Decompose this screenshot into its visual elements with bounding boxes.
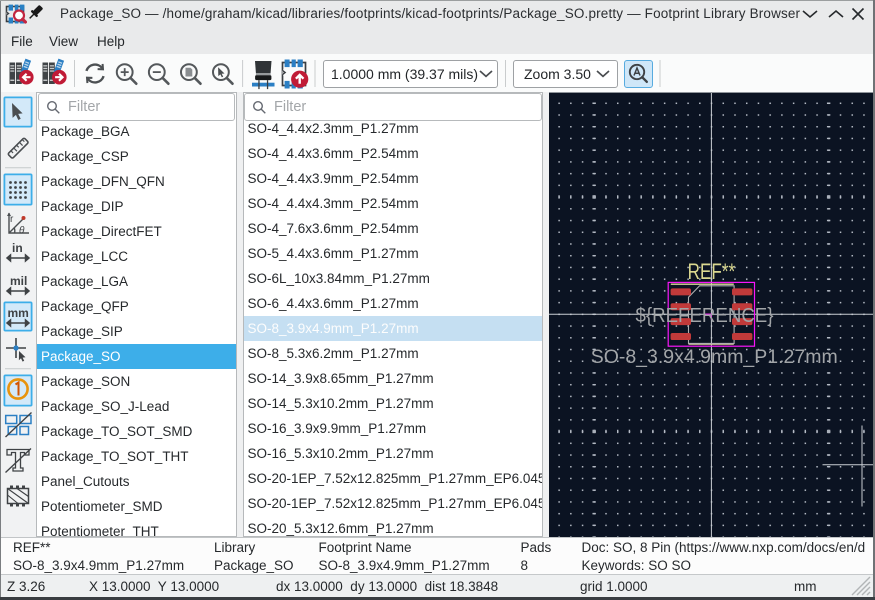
svg-text:REF**: REF** bbox=[688, 259, 736, 284]
svg-text:in: in bbox=[12, 241, 23, 255]
svg-text:mil: mil bbox=[10, 274, 27, 288]
svg-text:mm: mm bbox=[8, 306, 29, 320]
svg-text:${REFERENCE}: ${REFERENCE} bbox=[636, 304, 774, 327]
svg-text:r: r bbox=[10, 214, 14, 225]
svg-text:SO-8_3.9x4.9mm_P1.27mm: SO-8_3.9x4.9mm_P1.27mm bbox=[591, 346, 838, 368]
svg-text:θ: θ bbox=[19, 226, 25, 237]
